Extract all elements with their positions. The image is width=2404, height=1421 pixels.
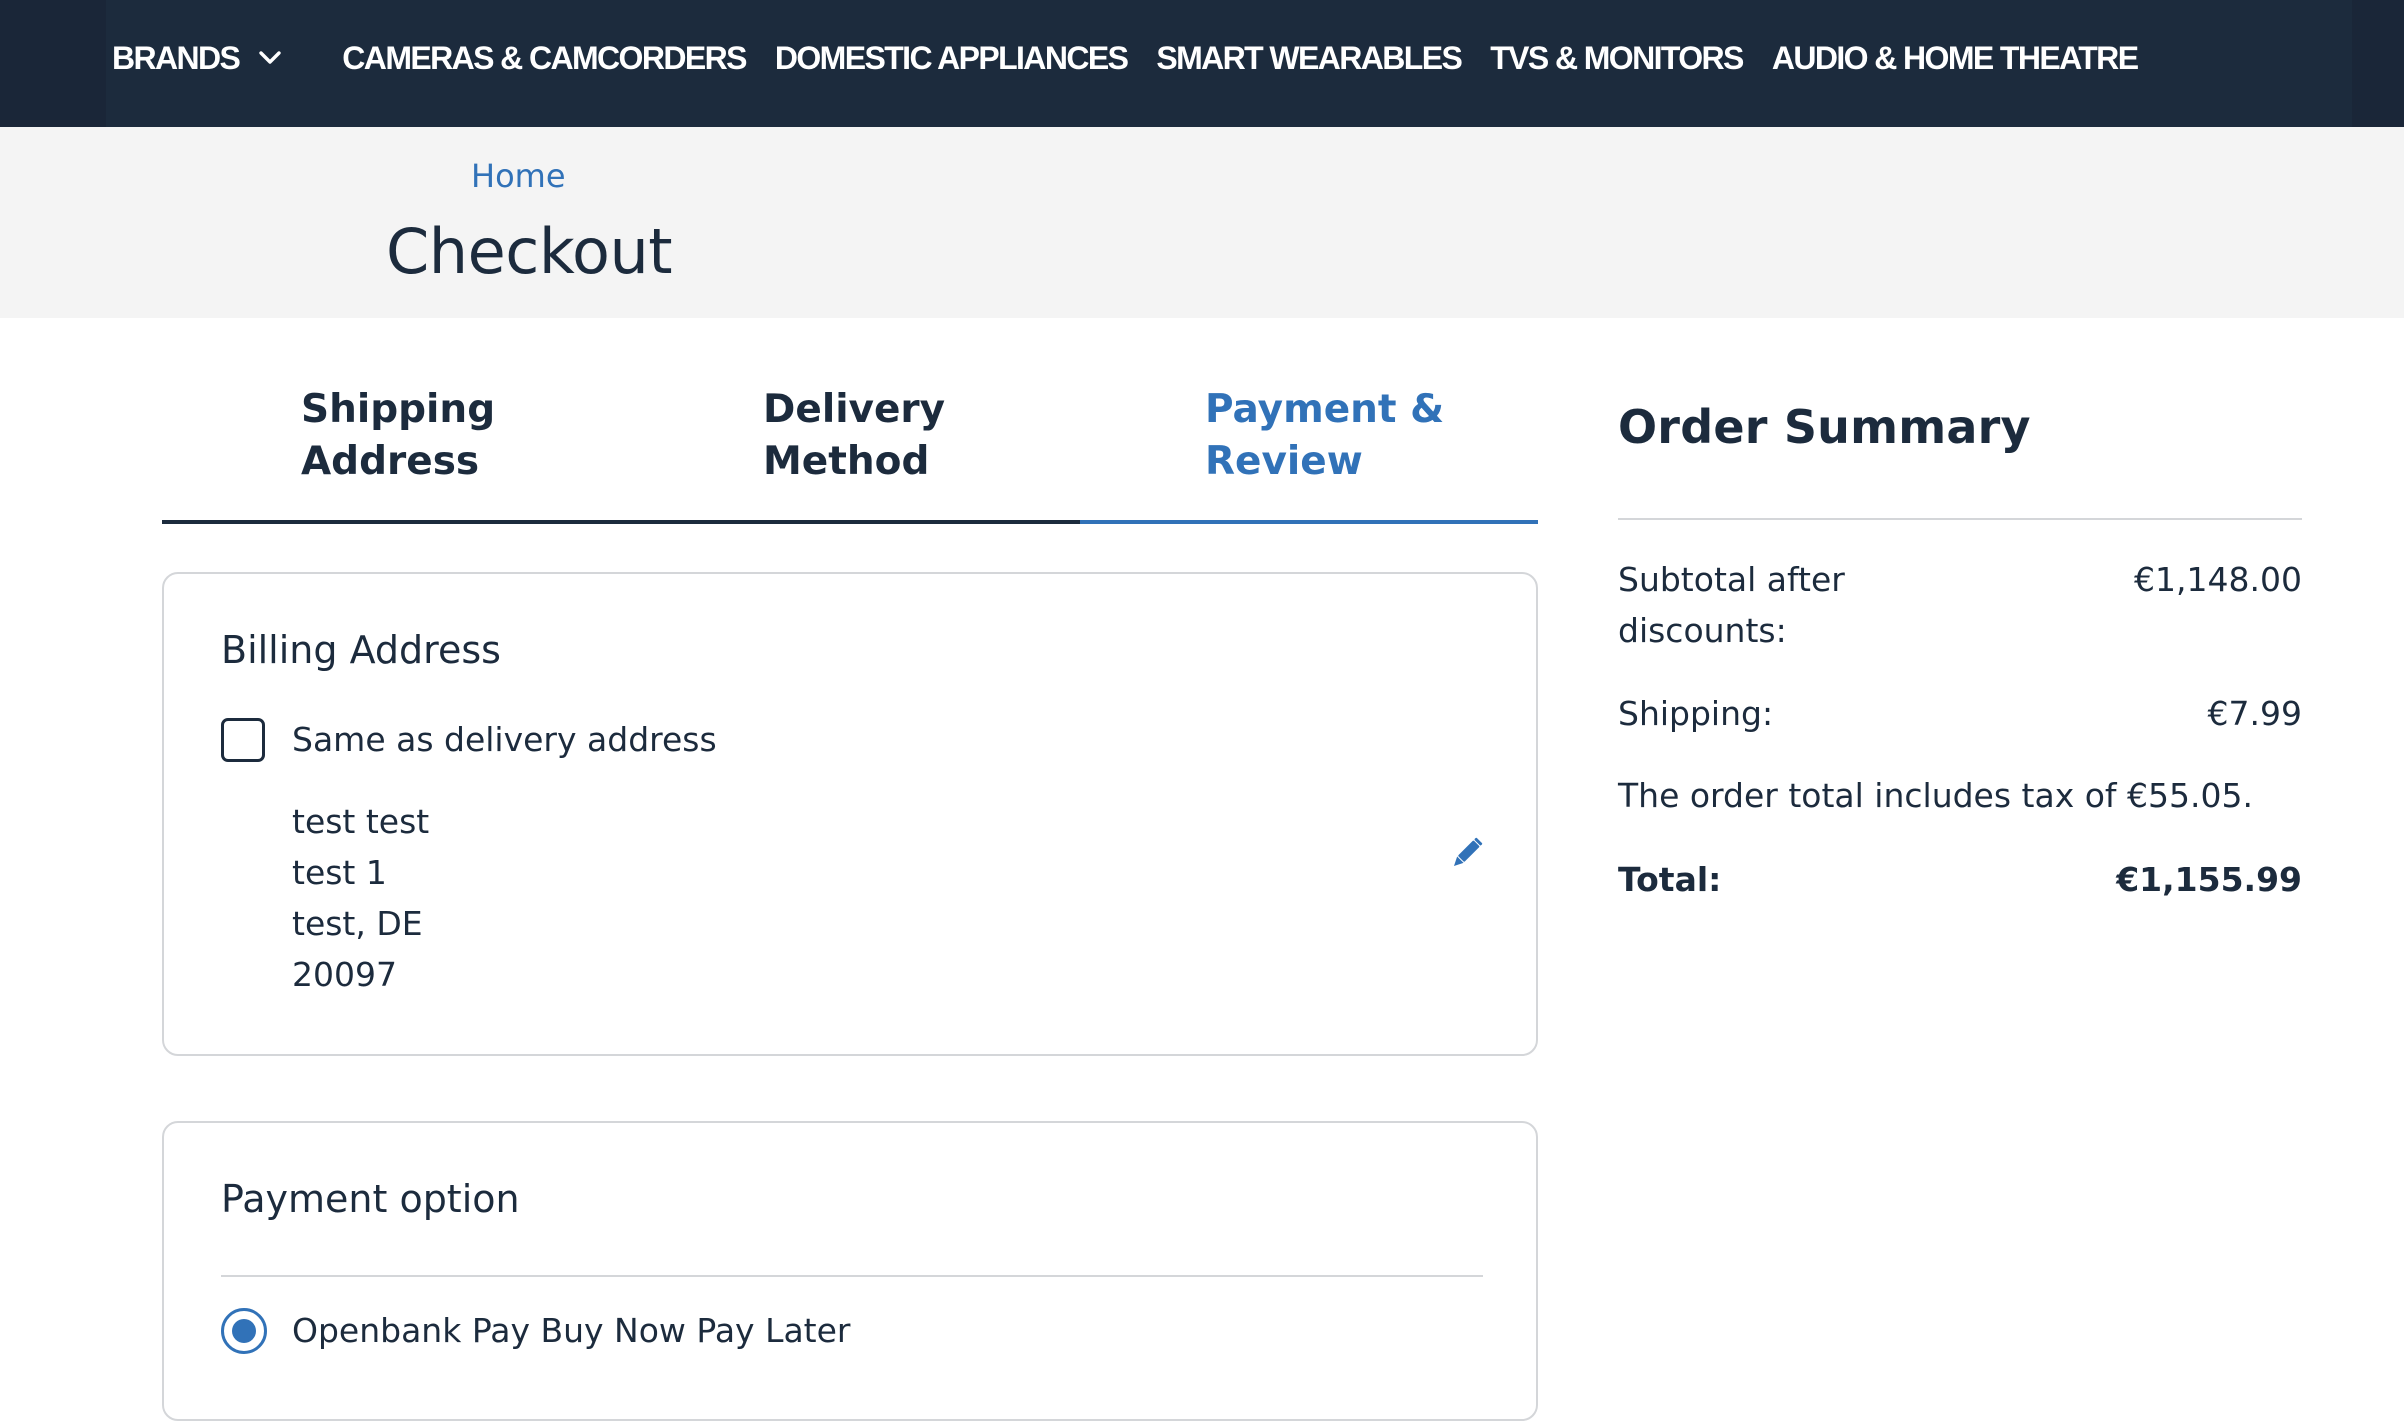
divider — [221, 1275, 1483, 1277]
step-payment-review[interactable]: Payment & Review — [1205, 384, 1465, 488]
page-header: Home Checkout — [0, 127, 2404, 318]
steps-progress-completed — [162, 520, 1080, 524]
radio-selected-icon[interactable] — [221, 1308, 267, 1354]
tax-note: The order total includes tax of €55.05. — [1618, 776, 2253, 815]
subtotal-value: €1,148.00 — [2134, 560, 2302, 599]
nav-item-audio-home-theatre[interactable]: AUDIO & HOME THEATRE — [1772, 40, 2139, 77]
shipping-label: Shipping: — [1618, 694, 1774, 733]
billing-address-card: Billing Address Same as delivery address… — [162, 572, 1538, 1056]
order-summary-title: Order Summary — [1618, 400, 2031, 454]
subtotal-label: Subtotal after discounts: — [1618, 560, 1845, 650]
checkout-steps: Shipping Address Delivery Method Payment… — [162, 370, 1538, 524]
payment-option-title: Payment option — [221, 1177, 520, 1221]
same-as-delivery-checkbox[interactable] — [221, 718, 265, 762]
total-label: Total: — [1618, 860, 1722, 899]
address-line: test 1 — [292, 853, 387, 892]
shipping-value: €7.99 — [2207, 694, 2302, 733]
steps-progress-active — [1080, 520, 1538, 524]
top-nav: BRANDS CAMERAS & CAMCORDERS DOMESTIC APP… — [0, 0, 2404, 127]
nav-item-domestic-appliances[interactable]: DOMESTIC APPLIANCES — [775, 40, 1129, 77]
chevron-down-icon — [259, 51, 281, 64]
radio-dot — [232, 1319, 256, 1343]
nav-item-brands[interactable]: BRANDS — [112, 40, 285, 77]
nav-item-cameras[interactable]: CAMERAS & CAMCORDERS — [342, 40, 747, 77]
nav-edge-right — [2352, 0, 2404, 127]
nav-item-label: BRANDS — [112, 39, 241, 76]
page-title: Checkout — [386, 215, 673, 288]
divider — [1618, 518, 2302, 520]
nav-edge-left — [0, 0, 106, 127]
payment-option-card: Payment option Openbank Pay Buy Now Pay … — [162, 1121, 1538, 1421]
step-delivery-method[interactable]: Delivery Method — [763, 384, 1023, 488]
nav-menu: BRANDS CAMERAS & CAMCORDERS DOMESTIC APP… — [112, 0, 2139, 116]
order-summary: Order Summary Subtotal after discounts: … — [1618, 400, 2302, 899]
address-line: test test — [292, 802, 430, 841]
total-value: €1,155.99 — [2116, 860, 2302, 899]
address-line: test, DE — [292, 904, 423, 943]
breadcrumb-home-link[interactable]: Home — [471, 157, 566, 195]
billing-address-title: Billing Address — [221, 628, 501, 672]
payment-option-openbank-label[interactable]: Openbank Pay Buy Now Pay Later — [292, 1311, 851, 1350]
address-line: 20097 — [292, 955, 397, 994]
billing-address-lines: test test test 1 test, DE 20097 — [292, 796, 429, 1000]
pencil-icon[interactable] — [1446, 834, 1486, 874]
nav-item-tvs-monitors[interactable]: TVS & MONITORS — [1490, 40, 1744, 77]
same-as-delivery-label[interactable]: Same as delivery address — [292, 720, 717, 759]
nav-item-smart-wearables[interactable]: SMART WEARABLES — [1156, 40, 1462, 77]
step-shipping-address[interactable]: Shipping Address — [301, 384, 561, 488]
